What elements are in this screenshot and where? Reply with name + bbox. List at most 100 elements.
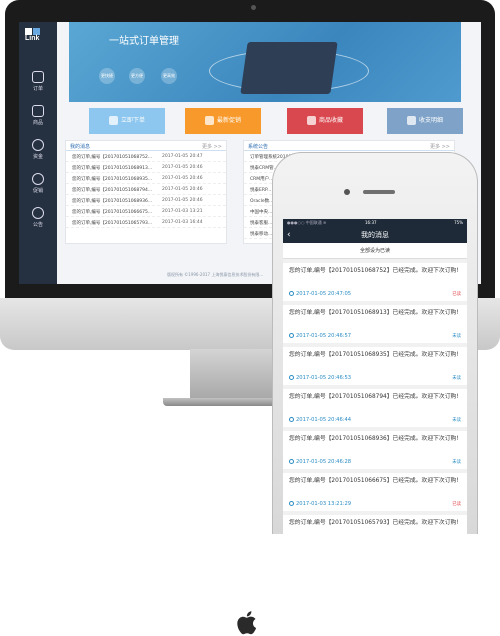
message-date: 2017-01-05 20:46:28 (289, 459, 351, 465)
message-date-text: 2017-01-05 20:46:57 (296, 333, 352, 339)
message-text: 您的订单,编号【20170105106893​5】已经完成。欢迎下次订购! (289, 352, 459, 358)
sidebar-item-label: 订单 (32, 86, 43, 92)
message-date: 2017-01-03 16:44 (162, 220, 203, 225)
sidebar-item-funds[interactable]: 资金 (19, 136, 57, 166)
back-icon[interactable]: ‹ (287, 227, 291, 243)
quick-actions: 立即下单 最新促销 商品收藏 收支明细 (69, 108, 463, 134)
sidebar-item-notice[interactable]: 公告 (19, 204, 57, 234)
message-text: 您的订单,编号【2017010510689​36... (72, 199, 153, 204)
grid-icon (406, 116, 416, 125)
phone-camera (344, 189, 350, 195)
message-text: 您的订单,编号【20170105106667​5】已经完成。欢迎下次订购! (289, 478, 459, 484)
clock-icon (289, 291, 294, 296)
notice-text: 悦泰ERP... (250, 188, 272, 193)
message-date-text: 2017-01-03 13:21:29 (296, 501, 352, 507)
message-text: 您的订单,编号【20170105106579​3】已经完成。欢迎下次订购! (289, 520, 459, 526)
message-card[interactable]: 您的订单,编号【20170105106891​3】已经完成。欢迎下次订购! 201… (283, 305, 467, 343)
camera (251, 5, 256, 10)
banner-badge: 更高效 (161, 68, 177, 84)
clock-icon (289, 333, 294, 338)
message-date: 2017-01-05 20:46:57 (289, 333, 351, 339)
message-text: 您的订单,编号【20170105106879​4】已经完成。欢迎下次订购! (289, 394, 459, 400)
message-text: 您的订单,编号【2017010510666​75... (72, 210, 153, 215)
sidebar-item-label: 资金 (32, 154, 43, 160)
status-badge: 未读 (452, 376, 461, 381)
yen-icon (32, 139, 44, 151)
sidebar-item-promotion[interactable]: 促销 (19, 170, 57, 200)
status-badge: 未读 (452, 418, 461, 423)
box-icon (32, 105, 44, 117)
banner[interactable]: 一站式订单管理 更快捷 更方便 更高效 (69, 22, 461, 102)
clock-icon (289, 375, 294, 380)
heart-icon (306, 116, 316, 125)
sidebar-item-products[interactable]: 商品 (19, 102, 57, 132)
phone-screen: ●●●○○ 中国联通 ≋ 16:37 75% ‹ 我的消息 全部设为已读 您的订单,编… (283, 219, 467, 535)
status-badge: 未读 (452, 334, 461, 339)
panel-title: 我的消息 (70, 144, 91, 150)
status-badge: 已读 (452, 292, 461, 297)
list-item[interactable]: 您的订单,编号【2017010510657​93... 2017-01-03 16… (66, 217, 226, 228)
notice-text: 悦泰客服... (250, 221, 273, 226)
document-icon (32, 71, 44, 83)
message-text: 您的订单,编号【2017010510689​35... (72, 177, 153, 182)
list-item[interactable]: 您的订单,编号【2017010510689​13... 2017-01-05 20… (66, 162, 226, 173)
message-text: 您的订单,编号【2017010510689​13... (72, 166, 153, 171)
phone-speaker (363, 190, 395, 194)
banner-title: 一站式订单管理 (109, 36, 179, 47)
message-date: 2017-01-05 20:46 (162, 198, 203, 203)
message-date-text: 2017-01-05 20:46:44 (296, 417, 352, 423)
list-item[interactable]: 您的订单,编号【20170105106875​2... 2017-01-05 20… (66, 151, 226, 162)
gift-icon (204, 116, 214, 125)
list-item[interactable]: 您的订单,编号【2017010510689​36... 2017-01-05 20… (66, 195, 226, 206)
message-text: 您的订单,编号【20170105106875​2... (72, 155, 153, 160)
messages-panel: 我的消息 更多 >> 您的订单,编号【20170105106875​2... 201… (65, 140, 227, 244)
message-text: 您的订单,编号【2017010510687​94... (72, 188, 153, 193)
mark-all-read-button[interactable]: 全部设为已读 (283, 243, 467, 259)
message-card[interactable]: 您的订单,编号【20170105106893​6】已经完成。欢迎下次订购! 201… (283, 431, 467, 469)
quick-order-button[interactable]: 立即下单 (89, 108, 165, 134)
status-badge: 未读 (452, 460, 461, 465)
list-item[interactable]: 您的订单,编号【2017010510666​75... 2017-01-03 13… (66, 206, 226, 217)
clock-icon (289, 459, 294, 464)
nav-bar: ‹ 我的消息 (283, 227, 467, 243)
more-link[interactable]: 更多 >> (202, 143, 222, 150)
banner-badge: 更方便 (129, 68, 145, 84)
sidebar: Link 订单 商品 资金 促销 公告 (19, 22, 57, 284)
sidebar-item-label: 公告 (32, 222, 43, 228)
message-card[interactable]: 您的订单,编号【20170105106875​2】已经完成。欢迎下次订购! 201… (283, 263, 467, 301)
message-text: 您的订单,编号【20170105106891​3】已经完成。欢迎下次订购! (289, 310, 459, 316)
message-card[interactable]: 您的订单,编号【20170105106579​3】已经完成。欢迎下次订购! (283, 515, 467, 535)
carousel-dots[interactable] (244, 95, 274, 102)
message-date: 2017-01-05 20:47 (162, 154, 203, 159)
sidebar-item-orders[interactable]: 订单 (19, 68, 57, 98)
message-date-text: 2017-01-05 20:47:05 (296, 291, 352, 297)
notice-text: Oracle数... (250, 199, 274, 204)
status-badge: 已读 (452, 502, 461, 507)
clock-icon (289, 501, 294, 506)
banner-badge: 更快捷 (99, 68, 115, 84)
panel-title: 系统公告 (248, 144, 269, 150)
statement-button[interactable]: 收支明细 (387, 108, 463, 134)
message-date-text: 2017-01-05 20:46:53 (296, 375, 352, 381)
status-bar: ●●●○○ 中国联通 ≋ 16:37 75% (283, 219, 467, 227)
message-card[interactable]: 您的订单,编号【20170105106667​5】已经完成。欢迎下次订购! 201… (283, 473, 467, 511)
notice-text: 中国中央... (250, 210, 273, 215)
list-item[interactable]: 您的订单,编号【2017010510687​94... 2017-01-05 20… (66, 184, 226, 195)
message-date: 2017-01-03 13:21 (162, 209, 203, 214)
message-text: 您的订单,编号【20170105106893​6】已经完成。欢迎下次订购! (289, 436, 459, 442)
more-link[interactable]: 更多 >> (430, 143, 450, 150)
percent-icon (32, 173, 44, 185)
pen-icon (108, 116, 118, 125)
nav-title: 我的消息 (361, 231, 389, 239)
favorites-button[interactable]: 商品收藏 (287, 108, 363, 134)
app-logo[interactable]: Link (25, 28, 51, 42)
list-item[interactable]: 您的订单,编号【2017010510689​35... 2017-01-05 20… (66, 173, 226, 184)
phone-mockup: ●●●○○ 中国联通 ≋ 16:37 75% ‹ 我的消息 全部设为已读 您的订单,编… (272, 152, 478, 535)
message-date: 2017-01-05 20:46:44 (289, 417, 351, 423)
promotion-button[interactable]: 最新促销 (185, 108, 261, 134)
message-card[interactable]: 您的订单,编号【20170105106879​4】已经完成。欢迎下次订购! 201… (283, 389, 467, 427)
apple-logo-icon (237, 611, 257, 635)
message-date: 2017-01-05 20:47:05 (289, 291, 351, 297)
message-card[interactable]: 您的订单,编号【20170105106893​5】已经完成。欢迎下次订购! 201… (283, 347, 467, 385)
notice-text: 悦泰移动... (250, 232, 273, 237)
